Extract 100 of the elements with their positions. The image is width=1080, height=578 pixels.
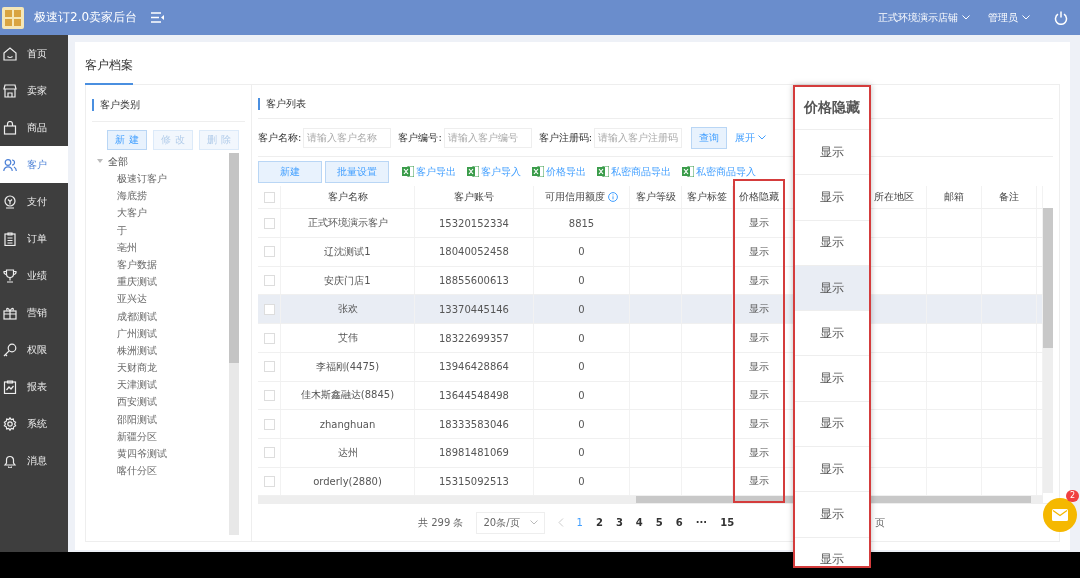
- caret-icon: [962, 15, 970, 20]
- input-field[interactable]: 请输入客户编号: [443, 127, 532, 148]
- table-cell: 0: [578, 475, 585, 487]
- checkbox[interactable]: [263, 389, 275, 401]
- total-count: 共 299 条: [418, 515, 464, 530]
- page-number[interactable]: ···: [695, 517, 708, 529]
- sidebar-item[interactable]: 报表: [0, 368, 68, 405]
- tree-item[interactable]: 广州测试: [92, 324, 229, 342]
- sidebar-item[interactable]: 消息: [0, 442, 68, 479]
- sidebar-item[interactable]: 权限: [0, 331, 68, 368]
- spreadsheet-icon[interactable]: [402, 166, 414, 178]
- checkbox[interactable]: [263, 217, 275, 229]
- tree-item[interactable]: 于: [92, 221, 229, 239]
- table-cell: 显示: [748, 331, 769, 345]
- spreadsheet-icon[interactable]: [467, 166, 479, 178]
- tree-item[interactable]: 大客户: [92, 204, 229, 222]
- menu-icon[interactable]: [151, 12, 166, 23]
- page-number[interactable]: 6: [675, 517, 683, 529]
- sidebar-item[interactable]: 营销: [0, 294, 68, 331]
- power-icon[interactable]: [1054, 10, 1068, 25]
- page-number[interactable]: 15: [720, 517, 735, 529]
- checkbox[interactable]: [263, 303, 275, 315]
- table-cell: 显示: [748, 244, 769, 259]
- tree-item[interactable]: 成都测试: [92, 307, 229, 325]
- input-field[interactable]: 请输入客户名称: [303, 127, 392, 148]
- checkbox[interactable]: [263, 246, 275, 258]
- section-title: 客户类别: [100, 98, 140, 112]
- tree-item[interactable]: 天津测试: [92, 376, 229, 394]
- checkbox[interactable]: [263, 275, 275, 287]
- table-cell: 0: [578, 246, 585, 258]
- table-cell: 显示: [820, 551, 844, 566]
- tree-item[interactable]: 黄四爷测试: [92, 445, 229, 463]
- tree-item[interactable]: 海底捞: [92, 187, 229, 205]
- table-cell: 佳木斯鑫融达(8845): [300, 388, 395, 403]
- tree-item[interactable]: 客户数据: [92, 255, 229, 274]
- column-header: 客户标签: [687, 190, 727, 205]
- spreadsheet-icon[interactable]: [682, 166, 694, 178]
- tree-item[interactable]: 天财商龙: [92, 359, 229, 377]
- tree-item[interactable]: 重庆测试: [92, 273, 229, 291]
- sidebar-item[interactable]: 系统: [0, 405, 68, 442]
- gear-icon: [3, 416, 17, 431]
- sidebar-item[interactable]: 首页: [0, 35, 68, 72]
- sidebar-item[interactable]: 支付: [0, 183, 68, 220]
- tree-item[interactable]: 极速订客户: [92, 170, 229, 188]
- table-cell: 0: [578, 332, 585, 344]
- page-number[interactable]: 3: [615, 517, 623, 529]
- checkbox[interactable]: [263, 418, 275, 430]
- tree-item[interactable]: 株洲测试: [92, 341, 229, 360]
- sidebar-item[interactable]: 业绩: [0, 257, 68, 294]
- sidebar-item[interactable]: 商品: [0, 109, 68, 146]
- checkbox[interactable]: [263, 361, 275, 373]
- table-cell: 艾伟: [337, 331, 358, 345]
- page-tab[interactable]: 客户档案: [85, 57, 133, 85]
- tree-item[interactable]: 全部: [108, 154, 128, 169]
- sidebar-item[interactable]: 卖家: [0, 72, 68, 109]
- page-number[interactable]: 4: [635, 517, 643, 529]
- tree-item[interactable]: 西安测试: [92, 393, 229, 411]
- table-cell: 达州: [337, 445, 358, 460]
- page-number[interactable]: 5: [655, 517, 663, 529]
- sidebar-item[interactable]: 订单: [0, 220, 68, 257]
- table-cell: 显示: [820, 370, 844, 388]
- page-size-select[interactable]: 20条/页: [476, 511, 545, 534]
- home-icon: [3, 46, 17, 61]
- input-field[interactable]: 请输入客户注册码: [594, 127, 683, 148]
- page-number[interactable]: 2: [595, 517, 603, 529]
- tree-item[interactable]: 新疆分区: [92, 427, 229, 445]
- key-icon: [3, 342, 17, 357]
- table-cell: 13370445146: [439, 303, 509, 315]
- tree-item[interactable]: 邵阳测试: [92, 410, 229, 428]
- tree-item[interactable]: 亳州: [92, 238, 229, 256]
- column-header: 客户名称: [327, 190, 368, 205]
- spreadsheet-icon[interactable]: [532, 166, 544, 178]
- table-cell: 显示: [748, 216, 769, 231]
- clipboard-icon: [3, 231, 17, 246]
- tree-item[interactable]: 亚兴达: [92, 290, 229, 308]
- scrollbar[interactable]: [229, 153, 239, 535]
- tree-item[interactable]: 喀什分区: [92, 462, 229, 480]
- column-header: 所在地区: [874, 190, 914, 205]
- caret-icon[interactable]: [758, 135, 767, 141]
- store-dropdown[interactable]: 正式环境演示店铺: [878, 10, 970, 25]
- user-dropdown[interactable]: 管理员: [988, 10, 1030, 25]
- sidebar-item[interactable]: 客户: [0, 146, 68, 183]
- table-cell: 显示: [820, 234, 844, 252]
- column-header: 邮箱: [944, 190, 964, 205]
- goto-label: 页: [875, 515, 886, 530]
- checkbox[interactable]: [263, 447, 275, 459]
- previous-icon[interactable]: [557, 518, 564, 528]
- checkbox[interactable]: [263, 191, 275, 203]
- table-cell: 辽沈测试1: [324, 244, 371, 259]
- scrollbar[interactable]: [1043, 208, 1053, 494]
- checkbox[interactable]: [263, 332, 275, 344]
- table-cell: 0: [578, 389, 585, 401]
- scrollbar[interactable]: [258, 496, 1043, 504]
- checkbox[interactable]: [263, 475, 275, 487]
- spreadsheet-icon[interactable]: [597, 166, 609, 178]
- table-cell: 0: [578, 447, 585, 459]
- table-cell: 8815: [568, 217, 595, 229]
- table-cell: 显示: [820, 143, 844, 161]
- caret-icon[interactable]: [97, 159, 103, 164]
- bell-icon: [3, 453, 17, 468]
